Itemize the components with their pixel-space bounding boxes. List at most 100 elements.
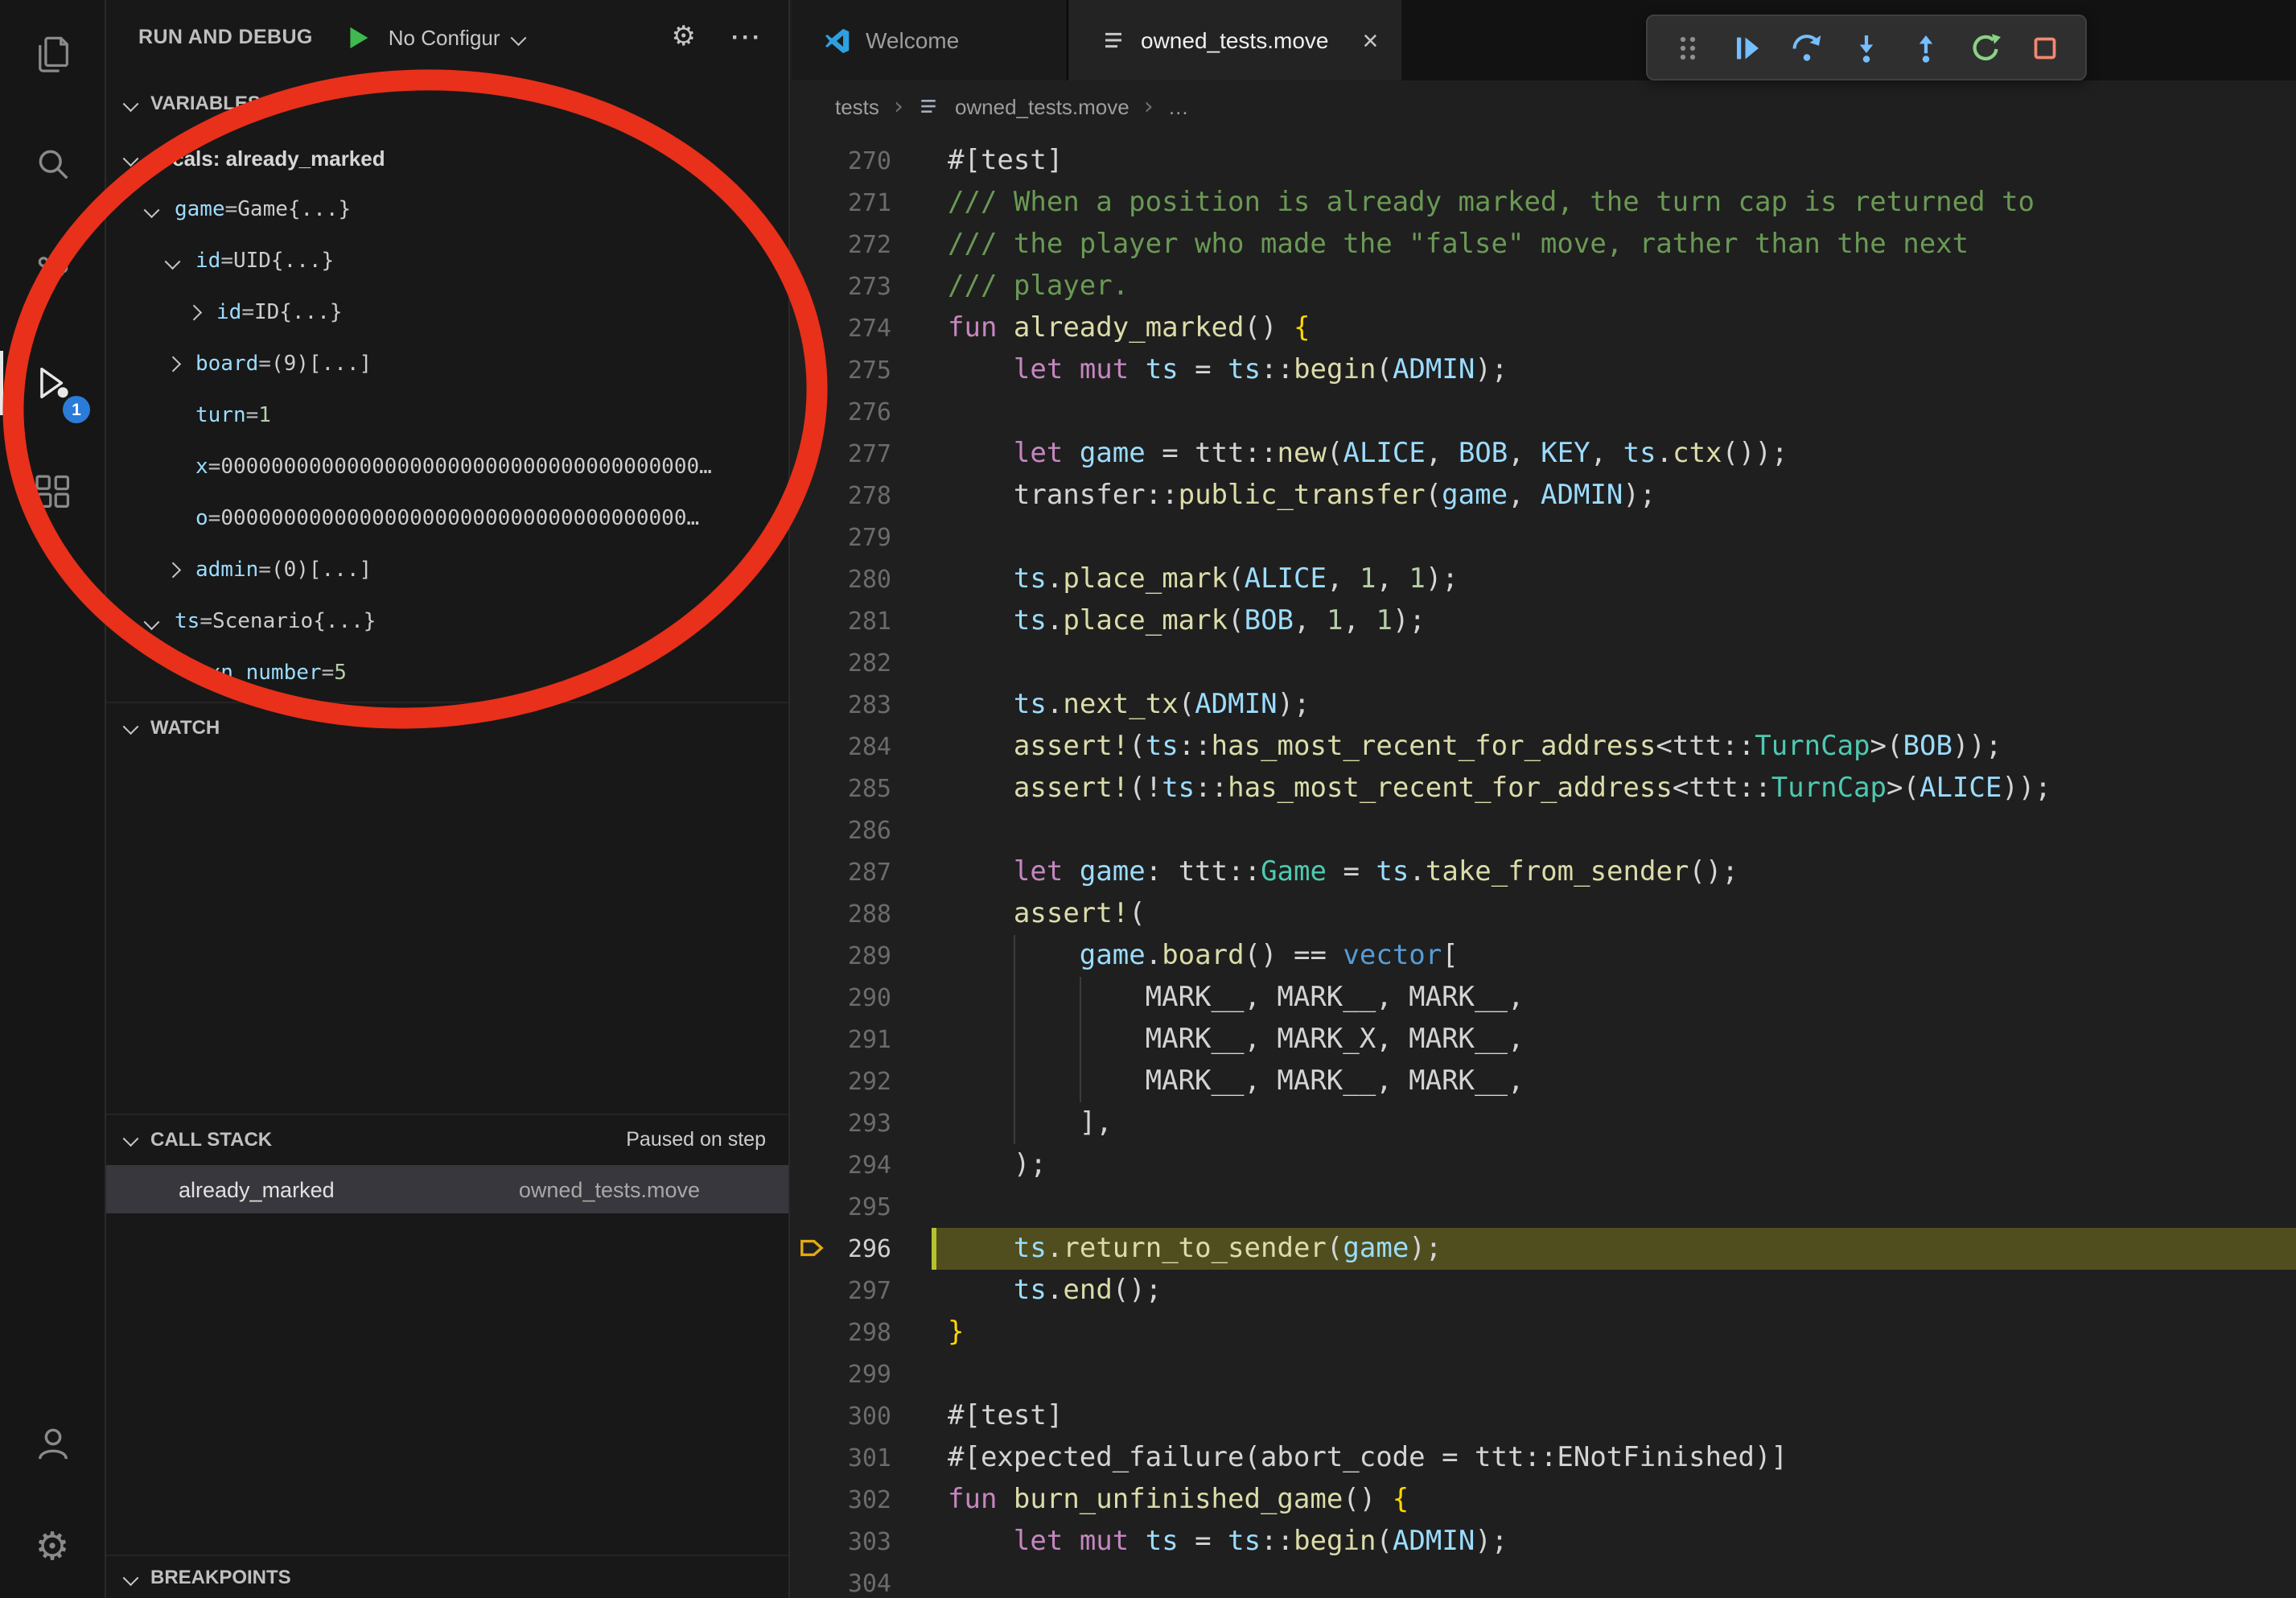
code-line-content[interactable]: /// When a position is already marked, t… — [932, 182, 2296, 224]
variable-row[interactable]: id = ID{...} — [106, 286, 788, 338]
variable-row[interactable]: locals: already_marked — [106, 132, 788, 183]
line-number[interactable]: 273 — [792, 266, 891, 307]
stop-button[interactable] — [2021, 23, 2069, 72]
line-number[interactable]: 294 — [792, 1144, 891, 1186]
line-number[interactable]: 278 — [792, 475, 891, 517]
drag-handle[interactable] — [1664, 23, 1712, 72]
section-breakpoints-header[interactable]: BREAKPOINTS — [106, 1555, 788, 1598]
code-line-content[interactable]: ts.end(); — [932, 1270, 2296, 1312]
code-line-content[interactable]: game.board() == vector[ — [932, 935, 2296, 977]
line-number[interactable]: 275 — [792, 349, 891, 391]
activity-source-control[interactable] — [0, 219, 105, 328]
chevron-down-icon[interactable] — [165, 253, 179, 268]
section-variables-header[interactable]: VARIABLES — [106, 77, 788, 129]
more-actions-icon[interactable]: ··· — [731, 23, 763, 51]
activity-search[interactable] — [0, 109, 105, 219]
line-number[interactable]: 297 — [792, 1270, 891, 1312]
code-line-content[interactable]: MARK__, MARK_X, MARK__, — [932, 1019, 2296, 1061]
code-line-content[interactable]: ); — [932, 1144, 2296, 1186]
code-line-content[interactable]: transfer::public_transfer(game, ADMIN); — [932, 475, 2296, 517]
line-number[interactable]: 292 — [792, 1061, 891, 1102]
code-line-content[interactable]: let game = ttt::new(ALICE, BOB, KEY, ts.… — [932, 433, 2296, 475]
section-watch-header[interactable]: WATCH — [106, 702, 788, 750]
chevron-down-icon[interactable] — [144, 202, 158, 216]
chevron-down-icon[interactable] — [144, 614, 158, 628]
breadcrumb-symbol[interactable]: … — [1168, 94, 1189, 118]
start-debug-button[interactable] — [345, 23, 372, 51]
line-number[interactable]: 271 — [792, 182, 891, 224]
line-number[interactable]: 304 — [792, 1563, 891, 1598]
line-number[interactable]: 279 — [792, 517, 891, 558]
variable-row[interactable]: board = (9)[...] — [106, 338, 788, 389]
section-call-stack-header[interactable]: CALL STACK Paused on step — [106, 1114, 788, 1162]
line-number[interactable]: 303 — [792, 1521, 891, 1563]
code-line-content[interactable]: ts.next_tx(ADMIN); — [932, 684, 2296, 726]
breadcrumb-file[interactable]: owned_tests.move — [955, 94, 1129, 118]
activity-extensions[interactable] — [0, 438, 105, 547]
chevron-right-icon[interactable] — [186, 305, 200, 319]
breadcrumb-folder[interactable]: tests — [835, 94, 879, 118]
line-number[interactable]: 289 — [792, 935, 891, 977]
code-line-content[interactable]: let mut ts = ts::begin(ADMIN); — [932, 349, 2296, 391]
variable-row[interactable]: ts = Scenario{...} — [106, 595, 788, 647]
code-line-content[interactable]: } — [932, 1312, 2296, 1353]
step-out-button[interactable] — [1902, 23, 1950, 72]
code-line-content[interactable]: ], — [932, 1102, 2296, 1144]
tab-owned-tests[interactable]: owned_tests.move × — [1068, 0, 1401, 80]
code-line-content[interactable] — [932, 391, 2296, 433]
code-area[interactable]: 270 #[test] 271 /// When a position is alre… — [792, 132, 2296, 1598]
activity-run-debug[interactable]: 1 — [0, 328, 105, 438]
variable-row[interactable]: turn = 1 — [106, 389, 788, 441]
code-line-content[interactable] — [932, 517, 2296, 558]
chevron-right-icon[interactable] — [165, 356, 179, 371]
variable-row[interactable]: admin = (0)[...] — [106, 544, 788, 595]
gear-icon[interactable]: ⚙ — [672, 21, 697, 53]
tab-welcome[interactable]: Welcome — [792, 0, 1068, 80]
config-dropdown[interactable]: No Configur — [389, 25, 524, 49]
code-line-content[interactable]: assert!( — [932, 893, 2296, 935]
activity-settings[interactable]: ⚙ — [0, 1495, 105, 1598]
line-number[interactable]: 288 — [792, 893, 891, 935]
code-line-content[interactable]: let mut ts = ts::begin(ADMIN); — [932, 1521, 2296, 1563]
code-line-content[interactable] — [932, 1353, 2296, 1395]
restart-button[interactable] — [1961, 23, 2010, 72]
code-line-content[interactable]: #[test] — [932, 1395, 2296, 1437]
line-number[interactable]: 276 — [792, 391, 891, 433]
line-number[interactable]: 282 — [792, 642, 891, 684]
chevron-right-icon[interactable] — [165, 562, 179, 577]
step-over-button[interactable] — [1783, 23, 1831, 72]
line-number[interactable]: 290 — [792, 977, 891, 1019]
variable-row[interactable]: txn_number = 5 — [106, 647, 788, 698]
code-line-content[interactable] — [932, 1186, 2296, 1228]
code-line-content[interactable]: ts.place_mark(ALICE, 1, 1); — [932, 558, 2296, 600]
code-line-content[interactable]: assert!(ts::has_most_recent_for_address<… — [932, 726, 2296, 768]
code-line-content[interactable]: ts.place_mark(BOB, 1, 1); — [932, 600, 2296, 642]
chevron-down-icon[interactable] — [123, 150, 138, 165]
line-number[interactable]: 285 — [792, 768, 891, 809]
line-number[interactable]: 299 — [792, 1353, 891, 1395]
variable-row[interactable]: o = 000000000000000000000000000000000000… — [106, 492, 788, 544]
code-line-content[interactable]: ts.return_to_sender(game); — [932, 1228, 2296, 1270]
line-number[interactable]: 283 — [792, 684, 891, 726]
code-line-content[interactable]: MARK__, MARK__, MARK__, — [932, 977, 2296, 1019]
line-number[interactable]: 300 — [792, 1395, 891, 1437]
line-number[interactable]: 287 — [792, 851, 891, 893]
line-number[interactable]: 291 — [792, 1019, 891, 1061]
call-stack-frame[interactable]: already_marked owned_tests.move — [106, 1165, 788, 1213]
line-number[interactable]: 280 — [792, 558, 891, 600]
line-number[interactable]: 270 — [792, 140, 891, 182]
line-number[interactable]: 277 — [792, 433, 891, 475]
code-line-content[interactable] — [932, 642, 2296, 684]
line-number[interactable]: 286 — [792, 809, 891, 851]
variable-row[interactable]: game = Game{...} — [106, 183, 788, 235]
line-number[interactable]: 284 — [792, 726, 891, 768]
line-number[interactable]: 274 — [792, 307, 891, 349]
line-number[interactable]: 302 — [792, 1479, 891, 1521]
line-number[interactable]: 298 — [792, 1312, 891, 1353]
code-line-content[interactable]: /// player. — [932, 266, 2296, 307]
code-line-content[interactable]: #[test] — [932, 140, 2296, 182]
line-number[interactable]: 301 — [792, 1437, 891, 1479]
continue-button[interactable] — [1723, 23, 1771, 72]
code-line-content[interactable]: fun already_marked() { — [932, 307, 2296, 349]
code-line-content[interactable]: /// the player who made the "false" move… — [932, 224, 2296, 266]
